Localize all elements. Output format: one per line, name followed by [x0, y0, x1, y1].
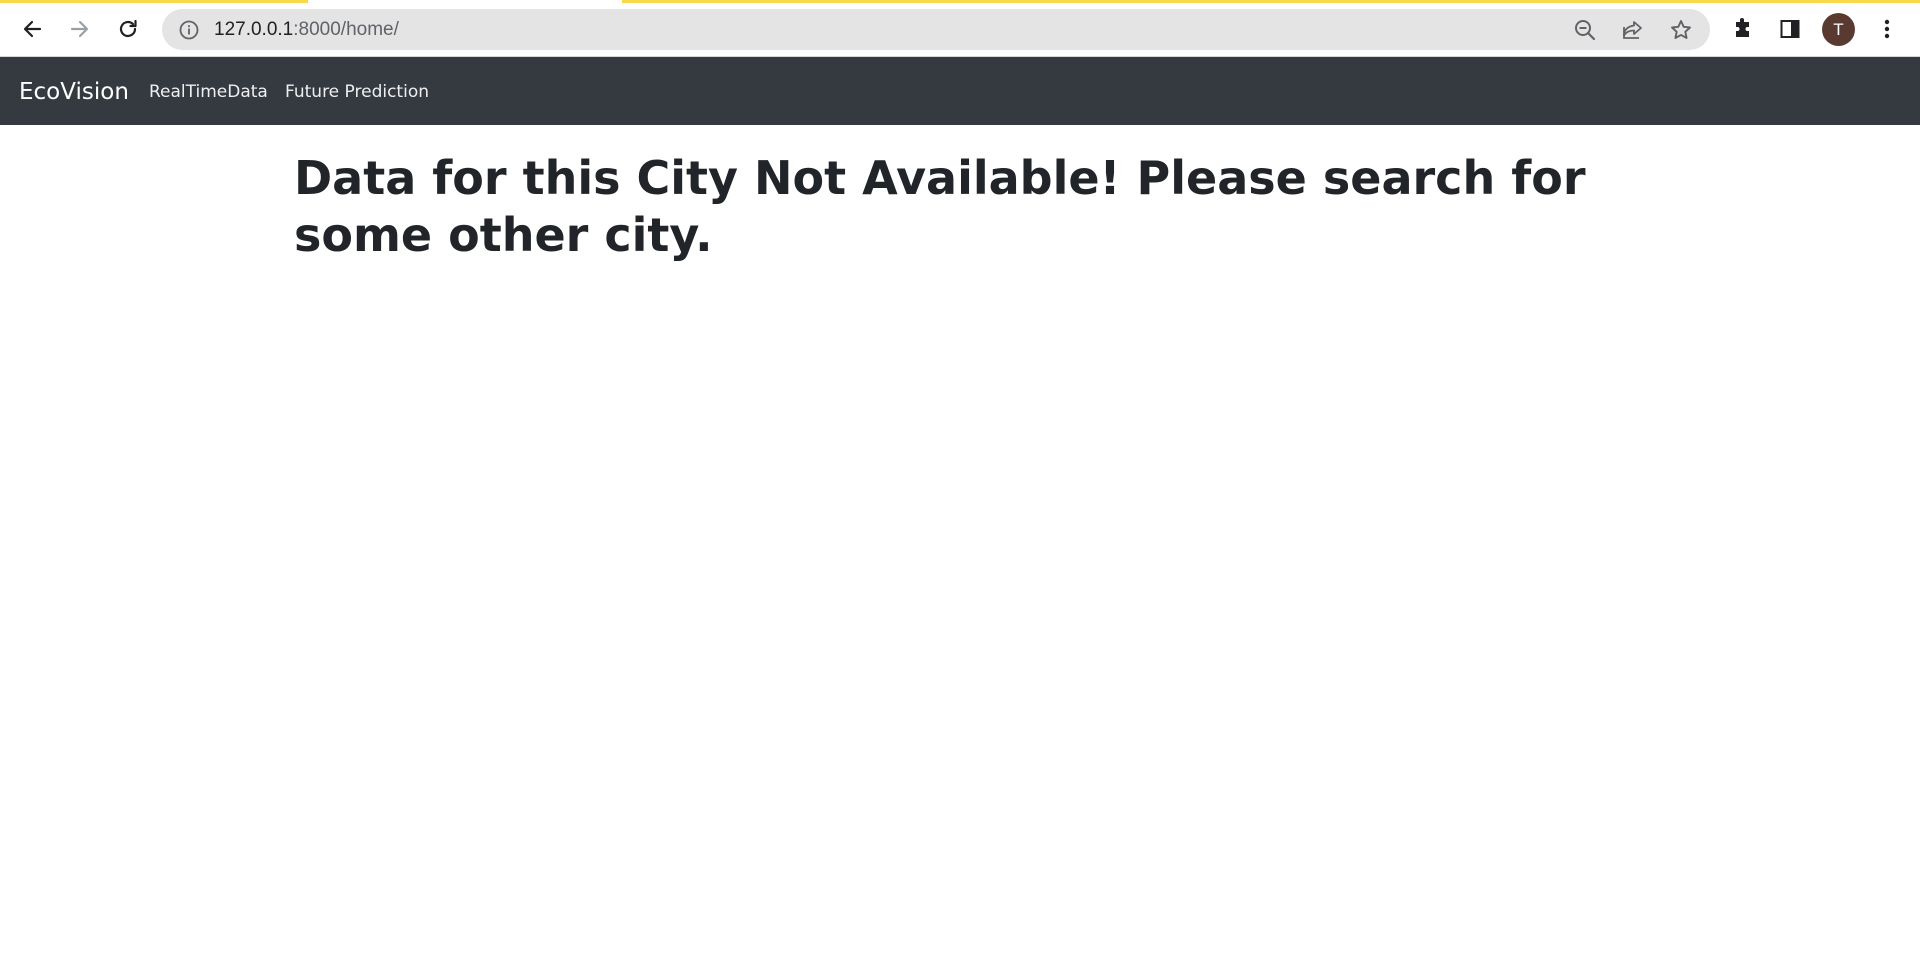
loading-bar: [0, 0, 308, 3]
site-navbar: EcoVision RealTimeData Future Prediction: [0, 57, 1920, 125]
brand-logo[interactable]: EcoVision: [19, 57, 129, 125]
nav-link-realtimedata[interactable]: RealTimeData: [149, 57, 268, 125]
not-available-message: Data for this City Not Available! Please…: [294, 151, 1586, 262]
extensions-icon: [1731, 17, 1755, 41]
reload-icon: [117, 18, 139, 40]
nav-link-future-prediction[interactable]: Future Prediction: [285, 57, 429, 125]
avatar[interactable]: T: [1822, 13, 1855, 46]
back-icon: [21, 18, 43, 40]
loading-bar: [622, 0, 1920, 3]
share-icon[interactable]: [1620, 17, 1646, 43]
side-panel-button[interactable]: [1770, 9, 1810, 49]
extensions-button[interactable]: [1723, 9, 1763, 49]
zoom-out-icon[interactable]: [1572, 17, 1598, 43]
side-panel-icon: [1779, 18, 1801, 40]
forward-button[interactable]: [60, 9, 100, 49]
url-text[interactable]: 127.0.0.1:8000/home/: [214, 9, 399, 50]
url-host: 127.0.0.1: [214, 19, 294, 40]
avatar-initial: T: [1833, 19, 1844, 39]
star-icon[interactable]: [1668, 17, 1694, 43]
browser-menu-button[interactable]: [1867, 9, 1907, 49]
address-bar[interactable]: 127.0.0.1:8000/home/: [162, 9, 1710, 50]
reload-button[interactable]: [108, 9, 148, 49]
menu-icon: [1883, 18, 1891, 40]
browser-toolbar: 127.0.0.1:8000/home/ T: [0, 0, 1920, 57]
back-button[interactable]: [12, 9, 52, 49]
url-path: :8000/home/: [293, 19, 399, 40]
forward-icon: [69, 18, 91, 40]
info-icon[interactable]: [178, 19, 200, 41]
